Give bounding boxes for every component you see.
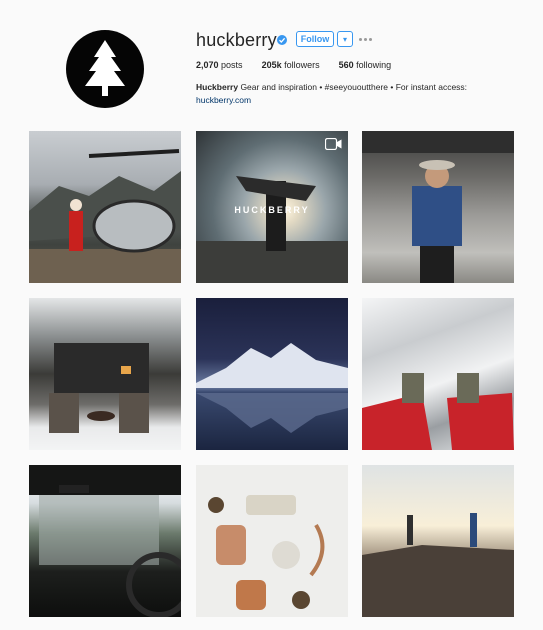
following-stat[interactable]: 560 following — [339, 60, 392, 70]
bio-name: Huckberry — [196, 82, 239, 92]
follow-options-button[interactable]: ▾ — [337, 31, 353, 47]
bio-text: Gear and inspiration • #seeyououtthere •… — [240, 82, 468, 92]
followers-stat[interactable]: 205k followers — [262, 60, 320, 70]
post-tile-8[interactable] — [196, 465, 348, 617]
verified-badge-icon — [277, 35, 287, 45]
profile-bio: Huckberry Gear and inspiration • #seeyou… — [196, 81, 496, 107]
post-tile-1[interactable] — [29, 131, 181, 283]
posts-stat[interactable]: 2,070 posts — [196, 60, 243, 70]
post-tile-4[interactable] — [29, 298, 181, 450]
post-tile-6[interactable] — [362, 298, 514, 450]
post-tile-3[interactable] — [362, 131, 514, 283]
bio-link[interactable]: huckberry.com — [196, 95, 251, 105]
huckberry-watermark: HUCKBERRY — [234, 205, 310, 215]
profile-stats: 2,070 posts 205k followers 560 following — [196, 60, 391, 70]
post-tile-9[interactable] — [362, 465, 514, 617]
profile-username: huckberry — [196, 30, 277, 50]
post-tile-5[interactable] — [196, 298, 348, 450]
follow-button[interactable]: Follow — [296, 31, 334, 47]
more-options-icon[interactable] — [359, 36, 375, 42]
avatar[interactable] — [66, 30, 144, 108]
video-icon — [324, 137, 342, 151]
post-tile-7[interactable] — [29, 465, 181, 617]
